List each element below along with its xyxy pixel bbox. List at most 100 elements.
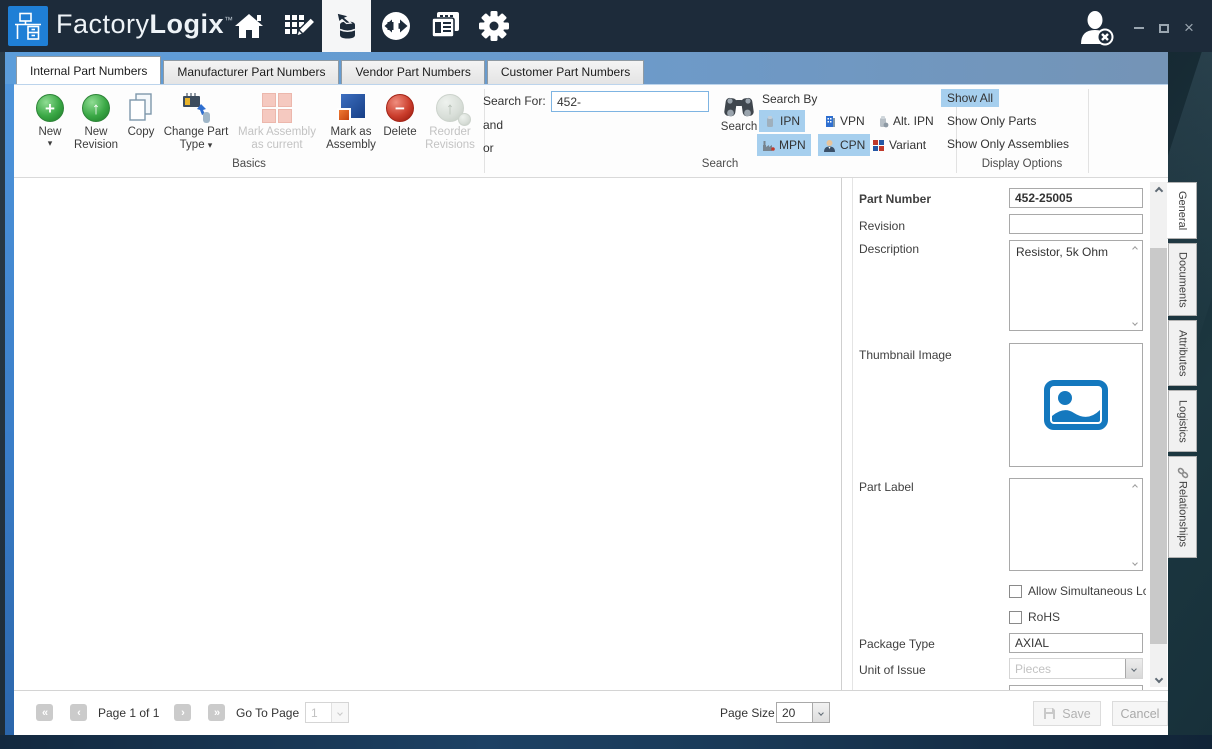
windows-glyph	[428, 9, 462, 43]
rohs-checkbox[interactable]	[1009, 611, 1022, 624]
package-type-label: Package Type	[859, 637, 935, 651]
cancel-button[interactable]: Cancel	[1112, 701, 1168, 726]
copy-button[interactable]: Copy	[122, 90, 160, 139]
unit-of-issue-dropdown-icon[interactable]	[1125, 659, 1142, 678]
toggle-variant[interactable]: Variant	[867, 134, 931, 156]
alt-ipn-icon	[877, 115, 889, 128]
search-and-label: and	[483, 118, 503, 132]
search-button[interactable]: Search	[714, 89, 764, 134]
footer-bar: « ‹ Page 1 of 1 › » Go To Page 1 Page Si…	[14, 690, 1168, 735]
parts-database-glyph	[331, 10, 363, 42]
page-status: Page 1 of 1	[98, 706, 159, 720]
side-tab-general[interactable]: General	[1167, 182, 1197, 239]
display-show-only-parts[interactable]: Show Only Parts	[941, 112, 1042, 130]
maximize-button[interactable]	[1153, 20, 1175, 36]
factorylogix-logo	[8, 6, 48, 46]
minimize-glyph	[1134, 27, 1144, 29]
scrollbar-up-icon[interactable]	[1150, 182, 1167, 199]
part-number-input[interactable]	[1009, 188, 1143, 208]
search-group-label: Search	[484, 158, 956, 170]
scroll-up-icon[interactable]	[1130, 244, 1139, 253]
production-grid-icon[interactable]	[273, 0, 322, 52]
scroll-down-icon[interactable]	[1130, 558, 1139, 567]
mark-assembly-current-icon	[262, 93, 292, 123]
save-label: Save	[1062, 707, 1091, 721]
page-size-value: 20	[777, 706, 812, 720]
reports-windows-icon[interactable]	[420, 0, 469, 52]
go-to-page-label: Go To Page	[236, 706, 299, 720]
user-logout-glyph	[1078, 10, 1118, 48]
floppy-disk-icon	[1043, 707, 1056, 720]
part-label-textarea[interactable]	[1010, 479, 1142, 570]
page-size-select[interactable]: 20	[776, 702, 830, 723]
title-bar: FactoryLogix™	[0, 0, 1212, 52]
bottom-window-strip	[0, 735, 1212, 749]
search-for-label: Search For:	[483, 94, 546, 108]
close-glyph: ×	[1184, 18, 1194, 38]
left-accent-strip	[5, 84, 14, 735]
new-revision-button[interactable]: ↑ New Revision	[73, 90, 119, 152]
sync-glyph	[379, 9, 413, 43]
scrollbar-down-icon[interactable]	[1150, 670, 1167, 687]
scroll-down-icon[interactable]	[1130, 318, 1139, 327]
change-part-type-button[interactable]: Change Part Type ▾	[162, 90, 230, 152]
minimize-button[interactable]	[1128, 20, 1150, 36]
change-part-type-icon	[179, 92, 213, 124]
go-to-page-dropdown-icon[interactable]	[331, 703, 348, 722]
go-to-page-select[interactable]: 1	[305, 702, 349, 723]
group-separator	[1088, 89, 1089, 173]
search-or-label: or	[483, 141, 494, 155]
save-button[interactable]: Save	[1033, 701, 1101, 726]
binoculars-icon	[724, 92, 754, 119]
package-type-input[interactable]	[1009, 633, 1143, 653]
reorder-revisions-button: ↑ Reorder Revisions	[421, 90, 479, 152]
new-button[interactable]: + New ▾	[30, 90, 70, 147]
toggle-ipn[interactable]: IPN	[759, 110, 805, 132]
toggle-vpn[interactable]: VPN	[819, 110, 870, 132]
side-tab-documents[interactable]: Documents	[1168, 243, 1197, 316]
display-show-only-assemblies[interactable]: Show Only Assemblies	[941, 135, 1075, 153]
factorylogix-window: FactoryLogix™	[0, 0, 1212, 749]
tab-manufacturer-part-numbers[interactable]: Manufacturer Part Numbers	[163, 60, 339, 84]
previous-page-button[interactable]: ‹	[70, 704, 87, 721]
next-page-button[interactable]: ›	[174, 704, 191, 721]
description-textarea[interactable]: Resistor, 5k Ohm	[1010, 241, 1142, 330]
unit-of-issue-label: Unit of Issue	[859, 663, 926, 677]
revision-input[interactable]	[1009, 214, 1143, 234]
side-tab-logistics[interactable]: Logistics	[1168, 390, 1197, 452]
delete-button[interactable]: − Delete	[380, 90, 420, 139]
settings-gear-icon[interactable]	[469, 0, 518, 52]
home-icon[interactable]	[224, 0, 273, 52]
first-page-button[interactable]: «	[36, 704, 53, 721]
user-logout-icon[interactable]	[1078, 10, 1118, 46]
mark-as-assembly-button[interactable]: Mark as Assembly	[323, 90, 379, 152]
panel-scrollbar[interactable]	[1150, 182, 1167, 687]
scroll-up-icon[interactable]	[1130, 482, 1139, 491]
tab-customer-part-numbers[interactable]: Customer Part Numbers	[487, 60, 644, 84]
display-show-all[interactable]: Show All	[941, 89, 999, 107]
toggle-mpn[interactable]: MPN	[757, 134, 811, 156]
parts-list-area[interactable]	[14, 178, 842, 690]
maximize-glyph	[1159, 24, 1169, 33]
side-tab-relationships[interactable]: Relationships	[1168, 456, 1197, 558]
tab-internal-part-numbers[interactable]: Internal Part Numbers	[16, 56, 161, 84]
unit-of-issue-select[interactable]: Pieces	[1009, 658, 1143, 679]
last-page-button[interactable]: »	[208, 704, 225, 721]
toggle-cpn[interactable]: CPN	[818, 134, 870, 156]
part-label-field	[1009, 478, 1143, 571]
tab-vendor-part-numbers[interactable]: Vendor Part Numbers	[341, 60, 484, 84]
page-size-dropdown-icon[interactable]	[812, 703, 829, 722]
parts-library-icon[interactable]	[322, 0, 371, 52]
side-tab-attributes[interactable]: Attributes	[1168, 320, 1197, 386]
description-field: Resistor, 5k Ohm	[1009, 240, 1143, 331]
toggle-alt-ipn[interactable]: Alt. IPN	[872, 110, 939, 132]
search-by-label: Search By	[762, 92, 817, 106]
rohs-label: RoHS	[1028, 610, 1060, 624]
thumbnail-image-box[interactable]	[1009, 343, 1143, 467]
revision-label: Revision	[859, 219, 905, 233]
close-button[interactable]: ×	[1178, 20, 1200, 36]
sync-arrows-icon[interactable]	[371, 0, 420, 52]
scrollbar-thumb[interactable]	[1150, 248, 1167, 644]
search-input[interactable]	[551, 91, 709, 112]
allow-simultaneous-checkbox[interactable]	[1009, 585, 1022, 598]
